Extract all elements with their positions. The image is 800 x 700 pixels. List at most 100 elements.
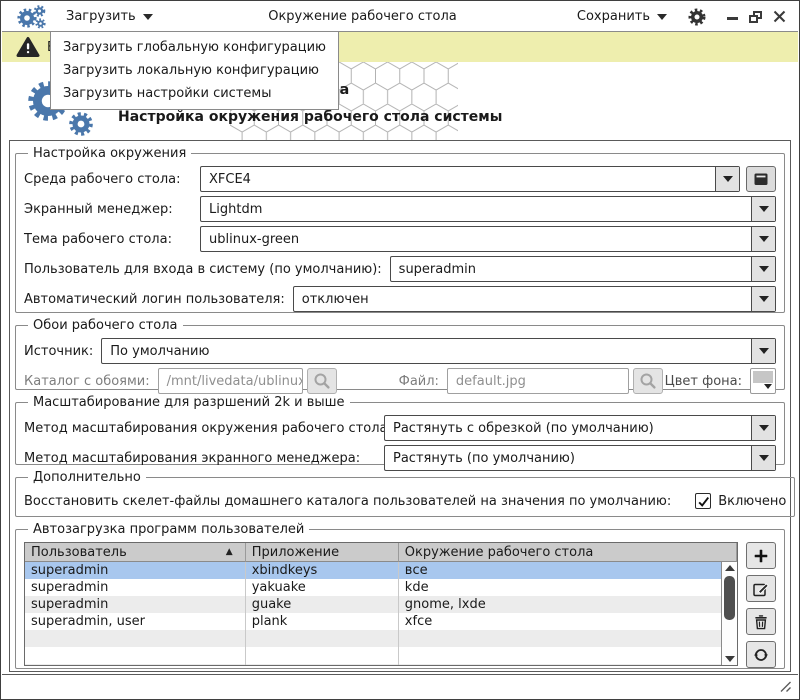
- desktop-scaling-method-label: Метод масштабирования окружения рабочего…: [24, 420, 392, 436]
- desktop-theme-label: Тема рабочего стола:: [24, 231, 172, 247]
- delete-entry-button[interactable]: [746, 608, 776, 635]
- edit-entry-button[interactable]: [746, 575, 776, 602]
- section-autostart: Автозагрузка программ пользователей Поль…: [15, 522, 785, 669]
- wallpaper-file-label: Файл:: [398, 373, 439, 389]
- menu-item-load-system[interactable]: Загрузить настройки системы: [51, 82, 338, 105]
- warning-icon: [16, 37, 40, 57]
- dm-scaling-method-select[interactable]: Растянуть (по умолчанию): [384, 445, 776, 471]
- wallpaper-file-browse-button[interactable]: [632, 368, 663, 394]
- chevron-down-icon: [758, 206, 769, 212]
- bg-color-label: Цвет фона:: [664, 373, 742, 389]
- color-swatch: [753, 371, 773, 383]
- close-button[interactable]: [773, 10, 786, 23]
- desktop-theme-select[interactable]: ublinux-green: [200, 226, 776, 252]
- package-box-icon: [754, 173, 768, 185]
- dropdown-button[interactable]: [751, 339, 775, 363]
- section-scaling-legend: Масштабирование для разршений 2k и выше: [33, 395, 345, 410]
- wallpaper-source-value: По умолчанию: [110, 343, 210, 359]
- wallpaper-dir-label: Каталог с обоями:: [24, 373, 150, 389]
- chevron-down-icon: [758, 348, 769, 354]
- table-row-empty: [25, 630, 737, 647]
- section-environment: Настройка окружения Среда рабочего стола…: [15, 146, 785, 313]
- desktop-env-select[interactable]: XFCE4: [200, 166, 740, 192]
- dropdown-button[interactable]: [751, 446, 775, 470]
- menu-load-label: Загрузить: [66, 9, 136, 24]
- header-subtitle: Настройка окружения рабочего стола систе…: [118, 109, 503, 125]
- search-icon: [314, 373, 330, 389]
- column-header-app[interactable]: Приложение: [245, 543, 399, 562]
- wallpaper-file-input[interactable]: default.jpg: [446, 368, 629, 394]
- column-header-env[interactable]: Окружение рабочего стола: [398, 543, 737, 562]
- table-row[interactable]: superadmin xbindkeys все: [25, 562, 737, 579]
- scroll-up-arrow-icon[interactable]: [725, 565, 735, 571]
- app-gears-icon: [17, 4, 46, 29]
- wallpaper-source-select[interactable]: По умолчанию: [101, 338, 776, 364]
- dropdown-button[interactable]: [751, 257, 775, 281]
- section-additional: Дополнительно Восстановить скелет-файлы …: [15, 470, 796, 517]
- menu-save[interactable]: Сохранить: [573, 5, 671, 28]
- check-icon: [698, 496, 709, 507]
- desktop-theme-value: ublinux-green: [209, 231, 300, 247]
- auto-login-select[interactable]: отключен: [292, 286, 776, 312]
- menu-save-label: Сохранить: [576, 9, 650, 24]
- window-controls: [727, 10, 786, 23]
- refresh-icon: [754, 648, 768, 661]
- auto-login-label: Автоматический логин пользователя:: [24, 291, 285, 307]
- search-icon: [640, 373, 656, 389]
- desktop-env-extra-button[interactable]: [746, 166, 776, 192]
- desktop-scaling-method-select[interactable]: Растянуть с обрезкой (по умолчанию): [384, 415, 776, 441]
- add-entry-button[interactable]: [746, 542, 776, 569]
- bg-color-picker-button[interactable]: [750, 368, 776, 394]
- column-header-user[interactable]: Пользователь ▲: [25, 543, 246, 562]
- dropdown-button[interactable]: [751, 287, 775, 311]
- chevron-down-icon: [657, 13, 667, 20]
- dropdown-button[interactable]: [751, 197, 775, 221]
- dm-scaling-method-value: Растянуть (по умолчанию): [393, 450, 575, 466]
- maximize-button[interactable]: [749, 10, 762, 23]
- table-vertical-scrollbar[interactable]: [721, 562, 737, 665]
- section-scaling: Масштабирование для разршений 2k и выше …: [15, 395, 785, 471]
- desktop-scaling-method-value: Растянуть с обрезкой (по умолчанию): [393, 420, 654, 436]
- minimize-button[interactable]: [727, 17, 738, 20]
- desktop-env-value: XFCE4: [209, 171, 251, 187]
- menu-item-load-local[interactable]: Загрузить локальную конфигурацию: [51, 59, 338, 82]
- table-row[interactable]: superadmin guake gnome, lxde: [25, 596, 737, 613]
- auto-login-value: отключен: [301, 291, 369, 307]
- table-row[interactable]: superadmin, user plank xfce: [25, 613, 737, 630]
- default-login-user-value: superadmin: [398, 261, 477, 277]
- dropdown-button[interactable]: [751, 416, 775, 440]
- plus-icon: [754, 549, 768, 562]
- app-window: Загрузить Окружение рабочего стола Сохра…: [0, 0, 800, 700]
- wallpaper-dir-input[interactable]: /mnt/livedata/ublinux-data/b: [157, 368, 303, 394]
- scrollbar-thumb[interactable]: [724, 576, 735, 620]
- refresh-button[interactable]: [746, 641, 776, 668]
- table-header-row: Пользователь ▲ Приложение Окружение рабо…: [25, 543, 737, 562]
- table-row[interactable]: superadmin yakuake kde: [25, 579, 737, 596]
- dropdown-button[interactable]: [715, 167, 739, 191]
- display-manager-value: Lightdm: [209, 201, 263, 217]
- autostart-table: Пользователь ▲ Приложение Окружение рабо…: [24, 542, 738, 666]
- dropdown-button[interactable]: [751, 227, 775, 251]
- section-environment-legend: Настройка окружения: [33, 146, 187, 161]
- wallpaper-dir-browse-button[interactable]: [306, 368, 337, 394]
- chevron-down-icon: [758, 236, 769, 242]
- edit-pencil-icon: [753, 582, 769, 596]
- default-login-user-select[interactable]: superadmin: [389, 256, 776, 282]
- table-buttons: [746, 542, 776, 668]
- chevron-down-icon: [764, 384, 772, 389]
- resize-grip[interactable]: [779, 680, 792, 693]
- default-login-user-label: Пользователь для входа в систему (по умо…: [24, 261, 382, 277]
- wallpaper-source-label: Источник:: [24, 343, 94, 359]
- restore-skel-checkbox[interactable]: [695, 493, 712, 509]
- content-frame: Настройка окружения Среда рабочего стола…: [9, 140, 796, 672]
- section-wallpaper-legend: Обои рабочего стола: [33, 318, 178, 333]
- restore-skel-label: Восстановить скелет-файлы домашнего ката…: [24, 493, 672, 509]
- menu-item-load-global[interactable]: Загрузить глобальную конфигурацию: [51, 36, 338, 59]
- display-manager-select[interactable]: Lightdm: [200, 196, 776, 222]
- scroll-down-arrow-icon[interactable]: [725, 656, 735, 662]
- settings-gear-button[interactable]: [687, 7, 707, 27]
- sort-ascending-icon: ▲: [225, 547, 233, 557]
- menu-load[interactable]: Загрузить: [62, 5, 157, 28]
- chevron-down-icon: [758, 296, 769, 302]
- chevron-down-icon: [758, 455, 769, 461]
